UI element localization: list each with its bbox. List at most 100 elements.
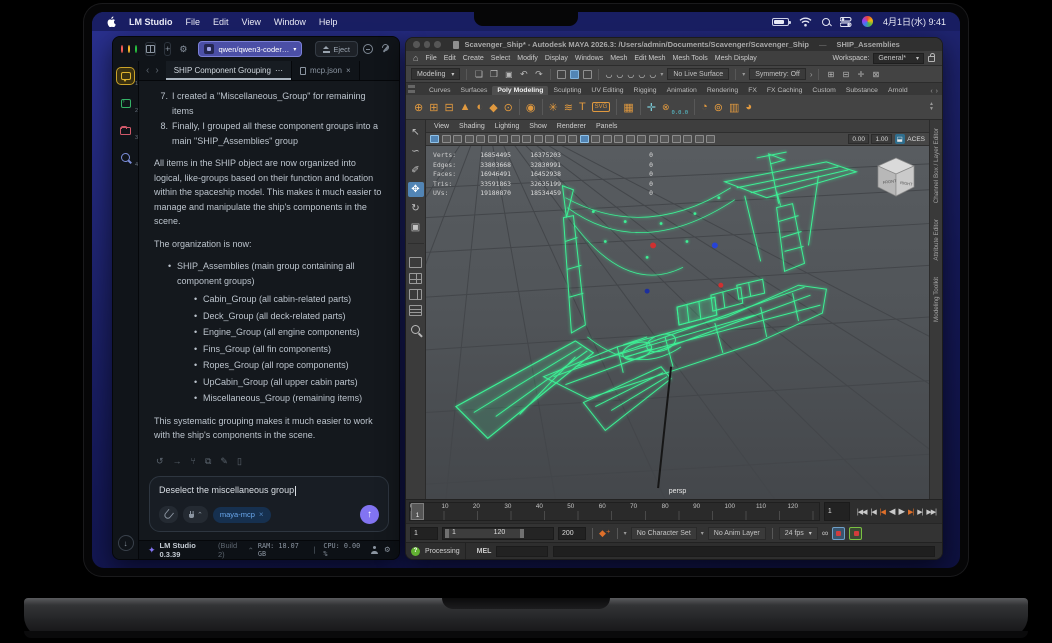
- menubar-item-view[interactable]: View: [242, 17, 261, 27]
- poly-plane-icon[interactable]: ◆: [489, 101, 497, 114]
- gear-icon[interactable]: [385, 545, 390, 555]
- view-cube[interactable]: FRONT RIGHT: [873, 154, 919, 200]
- tab-channel-box[interactable]: Channel Box / Layer Editor: [933, 128, 940, 203]
- select-component-icon[interactable]: [583, 69, 593, 79]
- shelf-tab-poly-modeling[interactable]: Poly Modeling: [492, 86, 549, 95]
- image-plane-icon[interactable]: [476, 135, 485, 143]
- mcp-server-pill[interactable]: maya-mcp: [212, 506, 271, 523]
- shelf-scroll-left-icon[interactable]: [930, 88, 932, 95]
- safe-title-icon[interactable]: [568, 135, 577, 143]
- quad-draw-icon[interactable]: ◕: [745, 101, 752, 113]
- lights-icon[interactable]: [614, 135, 623, 143]
- battery-icon[interactable]: [771, 17, 791, 26]
- spotlight-icon[interactable]: [821, 17, 830, 26]
- snap-projected-icon[interactable]: ◡: [638, 70, 645, 79]
- close-button[interactable]: [413, 41, 420, 48]
- control-center-icon[interactable]: [839, 16, 852, 27]
- layout-two-pane-button[interactable]: [409, 289, 422, 300]
- exposure-value[interactable]: 0.00: [848, 134, 869, 144]
- redo-icon[interactable]: [533, 69, 544, 80]
- open-scene-icon[interactable]: ❐: [488, 69, 499, 80]
- shelf-tab-animation[interactable]: Animation: [662, 86, 702, 95]
- select-tool[interactable]: ↖: [408, 125, 424, 140]
- 2d-pan-zoom-icon[interactable]: [487, 135, 497, 143]
- chevron-down-icon[interactable]: [742, 71, 745, 78]
- resolution-gate-icon[interactable]: [522, 135, 531, 143]
- tab-options-icon[interactable]: [275, 66, 283, 75]
- zoom-button[interactable]: [434, 41, 441, 48]
- layout-single-pane-button[interactable]: [409, 257, 422, 268]
- snap-point-icon[interactable]: ◡: [627, 70, 634, 79]
- gamma-value[interactable]: 1.00: [871, 134, 893, 144]
- multi-cut-icon[interactable]: ▥: [729, 101, 739, 114]
- new-chat-button[interactable]: [164, 42, 172, 56]
- home-icon[interactable]: [413, 53, 418, 63]
- zoom-tool-icon[interactable]: [411, 325, 420, 334]
- undo-icon[interactable]: [518, 69, 529, 80]
- menu-windows[interactable]: Windows: [575, 55, 603, 62]
- rotate-tool[interactable]: ↻: [408, 201, 424, 216]
- symmetry-dropdown[interactable]: Symmetry: Off: [749, 68, 806, 80]
- shelf-tab-rendering[interactable]: Rendering: [702, 86, 743, 95]
- panel-menu-shading[interactable]: Shading: [459, 123, 485, 130]
- menubar-item-window[interactable]: Window: [274, 17, 306, 27]
- plugins-button[interactable]: [183, 506, 208, 523]
- poly-cylinder-icon[interactable]: ⊟: [444, 101, 453, 114]
- step-forward-key-button[interactable]: ▶|: [908, 508, 914, 516]
- menubar-item-edit[interactable]: Edit: [213, 17, 229, 27]
- step-back-key-button[interactable]: |◀: [880, 508, 886, 516]
- panel-menu-panels[interactable]: Panels: [596, 123, 617, 130]
- camera-attributes-icon[interactable]: [453, 135, 462, 143]
- shelf-tab-rigging[interactable]: Rigging: [629, 86, 662, 95]
- save-scene-icon[interactable]: ▣: [503, 70, 514, 79]
- menu-create[interactable]: Create: [463, 55, 484, 62]
- play-forwards-button[interactable]: ▶: [898, 506, 904, 517]
- paint-select-tool[interactable]: ✐: [408, 163, 424, 178]
- snap-view-icon[interactable]: ◡: [649, 70, 656, 79]
- shelf-menu-icon[interactable]: [408, 83, 415, 95]
- workspace-dropdown[interactable]: General*: [873, 52, 924, 64]
- wifi-icon[interactable]: [799, 17, 812, 27]
- preferences-key-button[interactable]: [849, 526, 863, 540]
- close-icon[interactable]: [259, 510, 264, 519]
- shelf-tab-uv-editing[interactable]: UV Editing: [586, 86, 628, 95]
- range-start-handle[interactable]: [445, 528, 449, 538]
- snap-together-icon[interactable]: ⊗: [662, 102, 670, 113]
- viewport-3d-view[interactable]: Verts: 16854495 16375203 0 Edges: 33803668 32…: [426, 146, 929, 499]
- super-shape-icon[interactable]: ✳: [549, 101, 558, 114]
- tab-chat[interactable]: SHIP Component Grouping: [165, 61, 292, 80]
- playback-range-slider[interactable]: 1 120: [442, 526, 554, 540]
- app-version[interactable]: LM Studio 0.3.39: [160, 541, 214, 559]
- current-frame-field[interactable]: 1: [823, 502, 850, 521]
- send-button[interactable]: [360, 505, 379, 524]
- select-camera-icon[interactable]: [430, 135, 439, 143]
- poly-cube-icon[interactable]: ⊞: [429, 101, 438, 114]
- mel-input-field[interactable]: [496, 545, 549, 557]
- close-button[interactable]: [121, 45, 124, 53]
- panel-menu-renderer[interactable]: Renderer: [557, 123, 586, 130]
- lock-camera-icon[interactable]: [441, 135, 451, 143]
- shelf-tab-custom[interactable]: Custom: [807, 86, 840, 95]
- motion-blur-icon[interactable]: [648, 135, 658, 143]
- animation-end-field[interactable]: 200: [558, 526, 586, 540]
- isolate-select-icon[interactable]: [683, 135, 692, 143]
- character-set-dropdown[interactable]: No Character Set: [630, 526, 697, 540]
- tab-modeling-toolkit[interactable]: Modeling Toolkit: [933, 277, 940, 322]
- tab-attribute-editor[interactable]: Attribute Editor: [933, 219, 940, 261]
- textured-mode-icon[interactable]: [602, 135, 612, 143]
- menu-mesh-tools[interactable]: Mesh Tools: [673, 55, 708, 62]
- attach-file-button[interactable]: [159, 506, 178, 523]
- regenerate-icon[interactable]: ↺: [156, 454, 164, 469]
- poly-sphere-icon[interactable]: ⊕: [414, 101, 423, 114]
- sidebar-item-developer[interactable]: 2: [117, 95, 138, 114]
- shaded-mode-icon[interactable]: [591, 135, 600, 143]
- remote-status-icon[interactable]: [363, 44, 374, 54]
- chat-input-field[interactable]: Deselect the miscellaneous group: [159, 485, 379, 496]
- copy-icon[interactable]: ⧉: [205, 454, 211, 469]
- settings-button[interactable]: [179, 42, 187, 56]
- apple-menu-icon[interactable]: [106, 16, 117, 27]
- sweep-mesh-icon[interactable]: ≋: [564, 101, 573, 114]
- menu-display[interactable]: Display: [545, 55, 568, 62]
- field-chart-icon[interactable]: [545, 135, 554, 143]
- shelf-scroll-right-icon[interactable]: [936, 88, 938, 95]
